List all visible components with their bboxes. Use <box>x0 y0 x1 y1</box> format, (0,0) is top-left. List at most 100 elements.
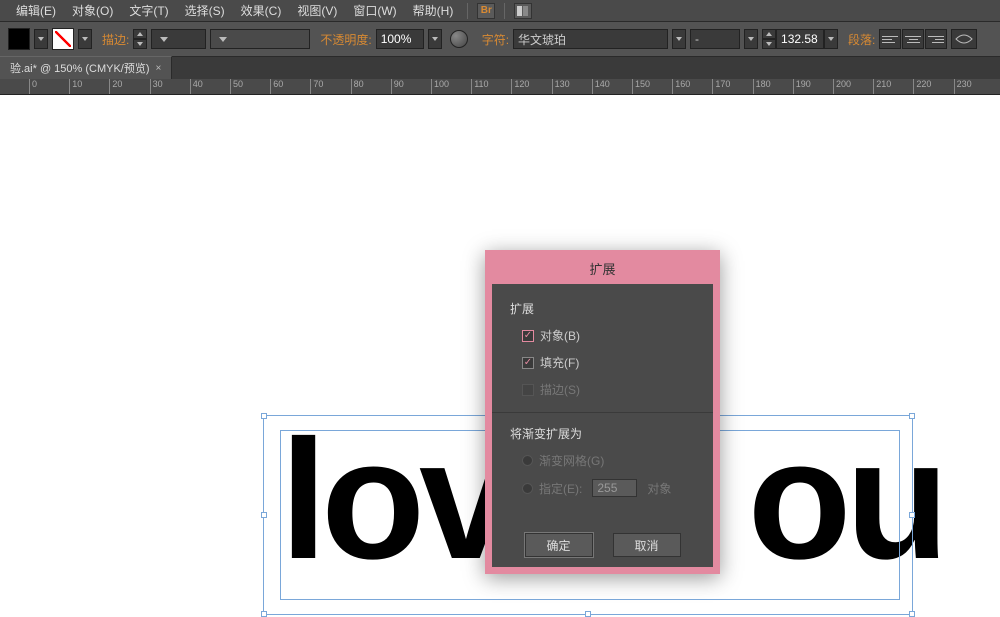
stroke-label: 描边: <box>102 31 129 48</box>
recolor-icon[interactable] <box>450 30 468 48</box>
font-size-input[interactable]: 132.58 <box>776 29 824 49</box>
checkbox-object-label: 对象(B) <box>540 327 580 344</box>
ruler-tick: 80 <box>351 79 364 95</box>
para-label: 段落: <box>848 31 875 48</box>
ruler-tick: 40 <box>190 79 203 95</box>
font-style-select[interactable]: - <box>690 29 740 49</box>
section-gradient: 将渐变扩展为 <box>510 425 695 442</box>
handle-bl[interactable] <box>261 611 267 617</box>
ruler-tick: 160 <box>672 79 690 95</box>
checkbox-stroke-row: 描边(S) <box>522 381 695 398</box>
ruler-tick: 140 <box>592 79 610 95</box>
align-center-button[interactable] <box>902 29 924 49</box>
specify-input: 255 <box>592 479 637 497</box>
dialog-separator <box>492 412 713 413</box>
ruler-tick: 10 <box>69 79 82 95</box>
control-bar: 描边: 不透明度: 100% 字符: 华文琥珀 - 132.58 段落: <box>0 22 1000 57</box>
char-label: 字符: <box>482 31 509 48</box>
radio-specify-row: 指定(E): 255 对象 <box>522 479 695 497</box>
checkbox-fill[interactable] <box>522 357 534 369</box>
menu-object[interactable]: 对象(O) <box>64 2 121 19</box>
document-tab[interactable]: 验.ai* @ 150% (CMYK/预览) × <box>0 56 172 79</box>
opacity-label: 不透明度: <box>320 31 371 48</box>
checkbox-stroke <box>522 384 534 396</box>
checkbox-object-row[interactable]: 对象(B) <box>522 327 695 344</box>
specify-unit: 对象 <box>647 480 671 497</box>
section-expand: 扩展 <box>510 300 695 317</box>
handle-ml[interactable] <box>261 512 267 518</box>
checkbox-stroke-label: 描边(S) <box>540 381 580 398</box>
ruler[interactable]: 0 10 20 30 40 50 60 70 80 90 100 110 120 130 140 150 160… <box>0 79 1000 95</box>
font-size-stepper[interactable] <box>762 29 776 49</box>
arrange-icon[interactable] <box>514 3 532 19</box>
expand-dialog: 扩展 扩展 对象(B) 填充(F) 描边(S) 将渐变扩展为 渐变网格(G) 指… <box>485 250 720 574</box>
ruler-tick: 210 <box>873 79 891 95</box>
ruler-tick: 120 <box>511 79 529 95</box>
ruler-tick: 20 <box>109 79 122 95</box>
checkbox-fill-row[interactable]: 填充(F) <box>522 354 695 371</box>
align-right-button[interactable] <box>925 29 947 49</box>
cancel-button[interactable]: 取消 <box>613 533 681 557</box>
font-family-select[interactable]: 华文琥珀 <box>513 29 668 49</box>
menu-text[interactable]: 文字(T) <box>121 2 176 19</box>
ruler-tick: 100 <box>431 79 449 95</box>
close-icon[interactable]: × <box>156 63 162 74</box>
stroke-weight-stepper[interactable] <box>133 29 147 49</box>
fill-dropdown[interactable] <box>34 29 48 49</box>
stroke-profile-dropdown[interactable] <box>210 29 310 49</box>
stroke-swatch[interactable] <box>52 28 74 50</box>
menu-view[interactable]: 视图(V) <box>289 2 345 19</box>
ruler-tick: 0 <box>29 79 37 95</box>
separator <box>467 3 468 19</box>
handle-tr[interactable] <box>909 413 915 419</box>
radio-mesh-label: 渐变网格(G) <box>539 452 604 469</box>
ruler-tick: 30 <box>150 79 163 95</box>
opacity-dropdown[interactable] <box>428 29 442 49</box>
ruler-tick: 190 <box>793 79 811 95</box>
tab-title: 验.ai* @ 150% (CMYK/预览) <box>10 60 150 76</box>
menu-edit[interactable]: 编辑(E) <box>8 2 64 19</box>
radio-mesh-row: 渐变网格(G) <box>522 452 695 469</box>
handle-tl[interactable] <box>261 413 267 419</box>
tab-bar: 验.ai* @ 150% (CMYK/预览) × <box>0 57 1000 79</box>
radio-mesh <box>522 455 533 466</box>
ruler-tick: 110 <box>471 79 488 95</box>
checkbox-object[interactable] <box>522 330 534 342</box>
fill-swatch[interactable] <box>8 28 30 50</box>
menu-bar: 编辑(E) 对象(O) 文字(T) 选择(S) 效果(C) 视图(V) 窗口(W… <box>0 0 1000 22</box>
align-left-button[interactable] <box>879 29 901 49</box>
ruler-tick: 60 <box>270 79 283 95</box>
checkbox-fill-label: 填充(F) <box>540 354 579 371</box>
font-style-dropdown[interactable] <box>744 29 758 49</box>
ruler-tick: 180 <box>753 79 771 95</box>
ruler-tick: 150 <box>632 79 650 95</box>
ruler-tick: 170 <box>712 79 730 95</box>
ruler-tick: 50 <box>230 79 243 95</box>
ruler-tick: 230 <box>954 79 972 95</box>
ruler-tick: 90 <box>391 79 404 95</box>
ruler-tick: 200 <box>833 79 851 95</box>
stroke-weight-dropdown[interactable] <box>151 29 206 49</box>
font-size-dropdown[interactable] <box>824 29 838 49</box>
radio-specify-label: 指定(E): <box>539 480 582 497</box>
menu-select[interactable]: 选择(S) <box>177 2 233 19</box>
ruler-tick: 220 <box>913 79 931 95</box>
menu-window[interactable]: 窗口(W) <box>345 2 404 19</box>
radio-specify <box>522 483 533 494</box>
ok-button[interactable]: 确定 <box>525 533 593 557</box>
handle-br[interactable] <box>909 611 915 617</box>
bridge-icon[interactable]: Br <box>477 3 495 19</box>
ruler-tick: 130 <box>552 79 570 95</box>
menu-effect[interactable]: 效果(C) <box>233 2 290 19</box>
ruler-tick: 70 <box>310 79 323 95</box>
separator <box>504 3 505 19</box>
opacity-input[interactable]: 100% <box>376 29 424 49</box>
font-family-dropdown[interactable] <box>672 29 686 49</box>
handle-bm[interactable] <box>585 611 591 617</box>
dialog-title: 扩展 <box>490 255 715 284</box>
stroke-dropdown[interactable] <box>78 29 92 49</box>
handle-mr[interactable] <box>909 512 915 518</box>
menu-help[interactable]: 帮助(H) <box>405 2 462 19</box>
envelope-icon[interactable] <box>951 29 977 49</box>
align-buttons <box>879 29 947 49</box>
